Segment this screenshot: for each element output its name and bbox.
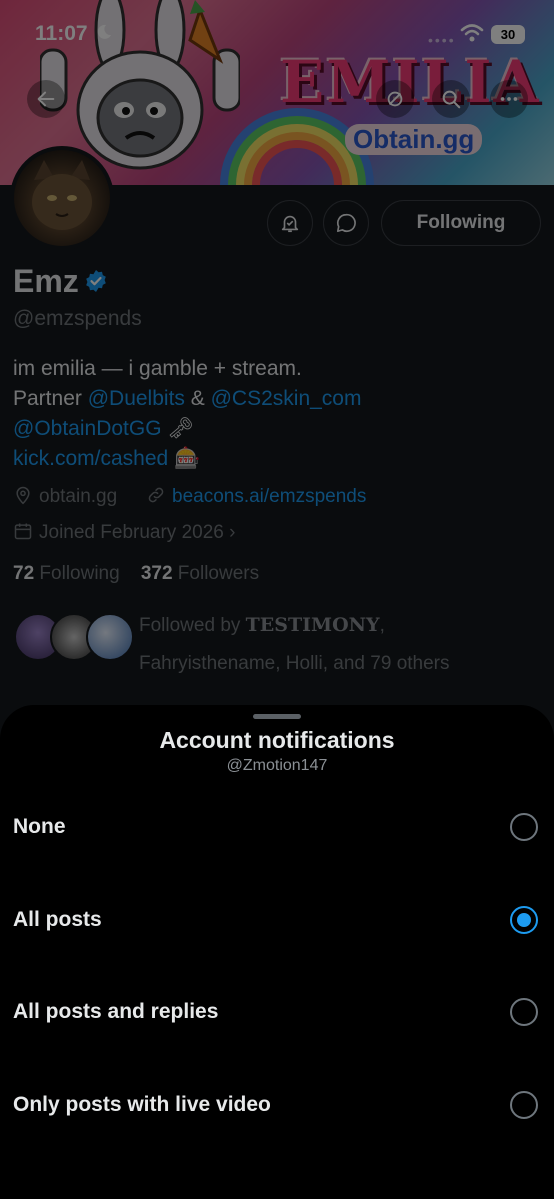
option-label: All posts and replies	[13, 1000, 219, 1023]
radio-button-selected[interactable]	[510, 906, 538, 934]
option-none[interactable]: None	[0, 781, 554, 873]
sheet-grabber-handle[interactable]	[253, 714, 301, 719]
account-notifications-sheet: Account notifications @Zmotion147 None A…	[0, 705, 554, 1199]
radio-button[interactable]	[510, 813, 538, 841]
radio-button[interactable]	[510, 998, 538, 1026]
option-all-posts-and-replies[interactable]: All posts and replies	[0, 966, 554, 1058]
sheet-subtitle: @Zmotion147	[226, 757, 328, 774]
option-label: None	[13, 815, 66, 838]
option-live-video-only[interactable]: Only posts with live video	[0, 1059, 554, 1151]
sheet-title: Account notifications	[159, 727, 395, 753]
option-all-posts[interactable]: All posts	[0, 874, 554, 966]
option-label: Only posts with live video	[13, 1093, 271, 1116]
radio-button[interactable]	[510, 1091, 538, 1119]
option-label: All posts	[13, 908, 102, 931]
